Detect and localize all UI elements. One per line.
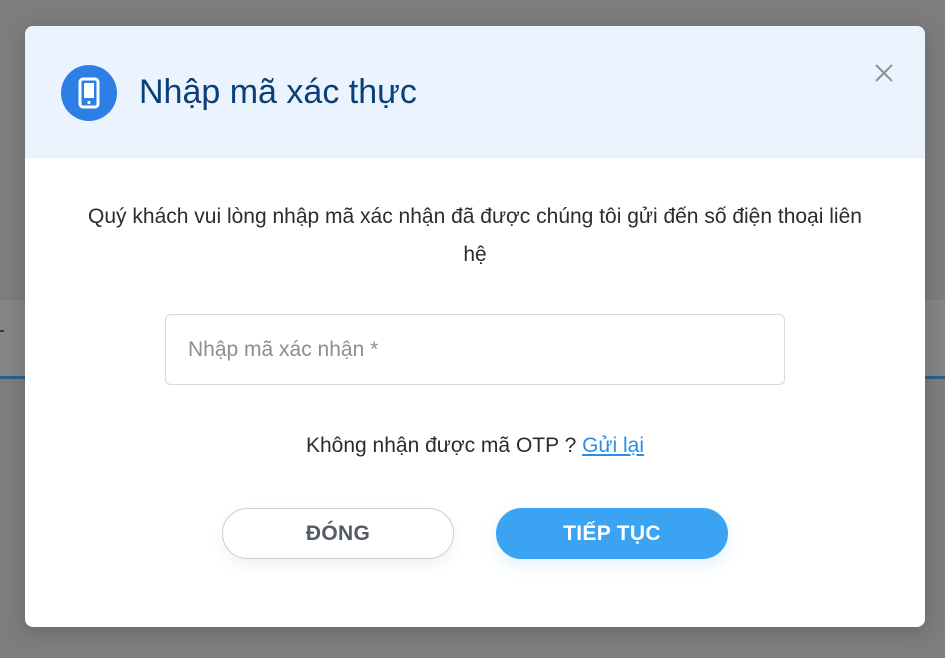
modal-header: Nhập mã xác thực [25, 26, 925, 158]
otp-modal: Nhập mã xác thực Quý khách vui lòng nhập… [25, 26, 925, 627]
otp-code-input[interactable] [165, 314, 785, 385]
resend-link[interactable]: Gửi lại [582, 434, 644, 457]
close-button[interactable]: ĐÓNG [222, 508, 454, 559]
modal-description: Quý khách vui lòng nhập mã xác nhận đã đ… [88, 205, 862, 266]
mobile-phone-icon [61, 65, 117, 121]
close-icon[interactable] [871, 60, 897, 86]
resend-prompt: Không nhận được mã OTP ? [305, 434, 583, 457]
continue-button[interactable]: TIẾP TỤC [496, 508, 728, 559]
modal-title: Nhập mã xác thực [139, 73, 417, 111]
resend-row: Không nhận được mã OTP ? Gửi lại [25, 429, 925, 463]
background-mark [0, 330, 4, 332]
